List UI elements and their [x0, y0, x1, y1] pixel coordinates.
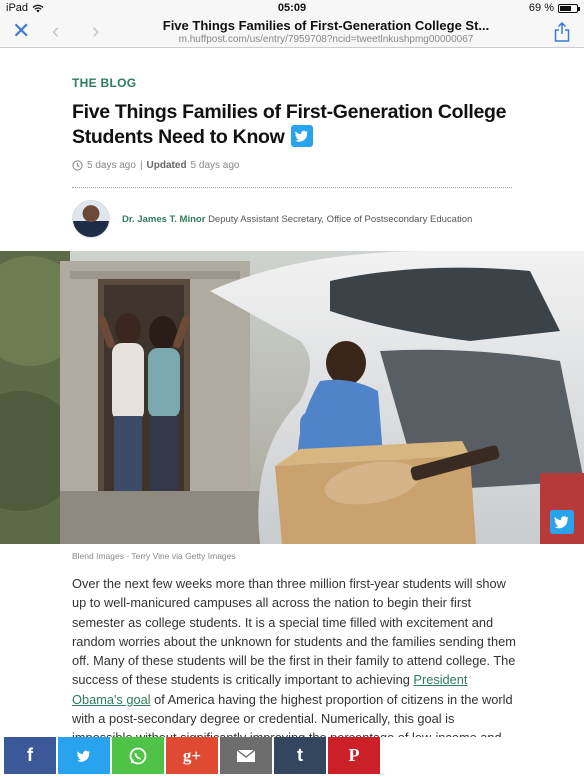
article-meta: 5 days ago | Updated 5 days ago [72, 160, 239, 171]
section-label[interactable]: THE BLOG [72, 76, 136, 90]
forward-chevron-icon[interactable]: › [92, 20, 99, 42]
email-share-button[interactable] [220, 737, 272, 774]
browser-page: iPad 05:09 69 % ✕ ‹ › Five Things Famili… [0, 0, 584, 778]
battery-icon [558, 3, 580, 13]
published-time: 5 days ago [87, 160, 136, 171]
tumblr-share-button[interactable]: t [274, 737, 326, 774]
browser-toolbar: ✕ ‹ › Five Things Families of First-Gene… [0, 16, 584, 48]
email-icon [236, 748, 256, 762]
article-hero-image [0, 251, 584, 544]
twitter-icon[interactable] [290, 125, 313, 147]
body-paragraph-start: Over the next few weeks more than three … [72, 576, 516, 688]
updated-time: 5 days ago [190, 160, 240, 171]
pinterest-share-button[interactable]: P [328, 737, 380, 774]
meta-separator: | [139, 160, 143, 171]
author-byline: Dr. James T. Minor Deputy Assistant Secr… [72, 200, 472, 238]
google-plus-icon: g+ [182, 745, 202, 765]
hero-photo [0, 251, 584, 544]
share-bar: f g+ t P [0, 737, 584, 778]
headline-text: Five Things Families of First-Generation… [72, 101, 507, 148]
twitter-share-button[interactable] [58, 737, 110, 774]
clock-icon [72, 160, 83, 171]
share-icon[interactable] [554, 22, 570, 42]
page-url: m.huffpost.com/us/entry/7959708?ncid=twe… [178, 34, 474, 45]
author-title: Deputy Assistant Secretary, Office of Po… [208, 213, 473, 225]
clock: 05:09 [277, 2, 307, 14]
whatsapp-share-button[interactable] [112, 737, 164, 774]
back-chevron-icon[interactable]: ‹ [52, 20, 59, 42]
whatsapp-icon [129, 747, 147, 764]
close-icon[interactable]: ✕ [12, 20, 30, 42]
battery-percent: 69 % [528, 2, 554, 14]
status-bar: iPad 05:09 69 % [0, 0, 584, 16]
divider [72, 187, 512, 188]
facebook-icon: f [27, 745, 33, 765]
pinterest-icon: P [348, 745, 360, 765]
facebook-share-button[interactable]: f [4, 737, 56, 774]
tumblr-icon: t [297, 745, 303, 765]
article-headline: Five Things Families of First-Generation… [72, 100, 512, 150]
google-plus-share-button[interactable]: g+ [166, 737, 218, 774]
address-area[interactable]: Five Things Families of First-Generation… [128, 18, 524, 45]
author-name[interactable]: Dr. James T. Minor [122, 214, 205, 225]
image-twitter-share-icon[interactable] [550, 510, 574, 534]
image-caption: Blend Images - Terry Vine via Getty Imag… [72, 551, 236, 561]
page-title: Five Things Families of First-Generation… [162, 18, 490, 33]
author-avatar[interactable] [72, 200, 110, 238]
updated-label: Updated [146, 160, 187, 171]
twitter-icon [77, 750, 90, 762]
